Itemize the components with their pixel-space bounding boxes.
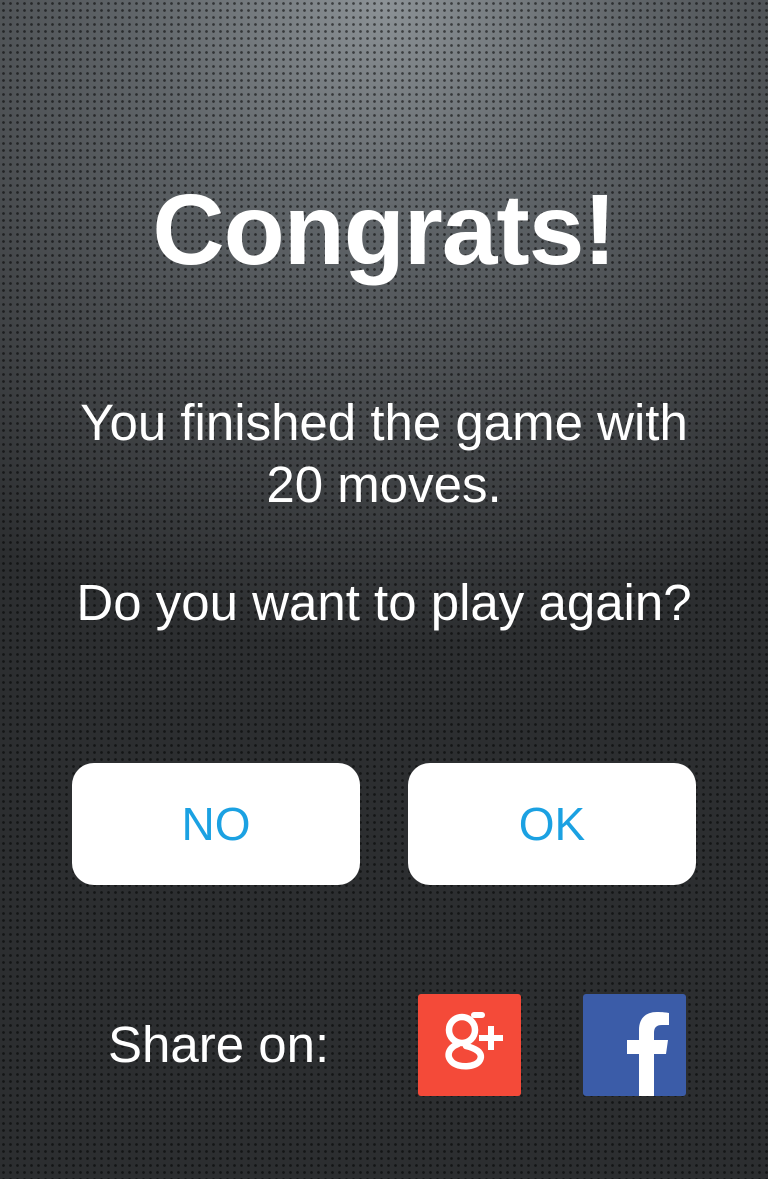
congrats-screen: { "dialog": { "title": "Congrats!", "mes… (0, 0, 768, 1179)
play-again-question: Do you want to play again? (76, 574, 692, 631)
result-message-line-2: 20 moves. (266, 456, 502, 513)
result-message: You finished the game with 20 moves. (0, 392, 768, 516)
congrats-title: Congrats! (152, 174, 616, 286)
no-button[interactable]: NO (72, 763, 360, 885)
facebook-icon (627, 1012, 669, 1096)
google-plus-icon (445, 1012, 503, 1070)
share-label: Share on: (108, 1016, 330, 1073)
result-message-line-1: You finished the game with (80, 394, 688, 451)
google-plus-share-button[interactable] (418, 994, 521, 1096)
facebook-share-button[interactable] (583, 994, 686, 1096)
ok-button[interactable]: OK (408, 763, 696, 885)
